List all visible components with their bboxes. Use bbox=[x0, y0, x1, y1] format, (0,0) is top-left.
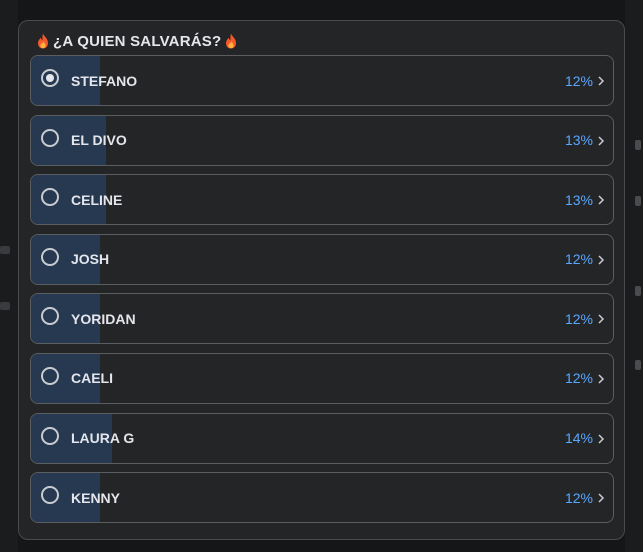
poll-option[interactable]: EL DIVO 13% bbox=[30, 114, 614, 166]
option-label: STEFANO bbox=[71, 72, 138, 89]
chevron-right-icon[interactable] bbox=[597, 135, 605, 147]
chevron-right-icon[interactable] bbox=[597, 313, 605, 325]
option-label: YORIDAN bbox=[71, 310, 136, 327]
option-percent: 12% bbox=[564, 251, 593, 268]
chevron-right-icon[interactable] bbox=[597, 373, 605, 385]
option-label: CAELI bbox=[71, 370, 113, 387]
poll-option[interactable]: JOSH 12% bbox=[30, 233, 614, 285]
option-label: LAURA G bbox=[71, 430, 135, 447]
option-percent: 14% bbox=[564, 430, 593, 447]
radio-button[interactable] bbox=[41, 69, 59, 87]
chevron-right-icon[interactable] bbox=[597, 194, 605, 206]
background-fragment bbox=[635, 196, 641, 206]
option-label: EL DIVO bbox=[71, 132, 127, 149]
option-percent: 12% bbox=[564, 310, 593, 327]
option-percent: 13% bbox=[564, 191, 593, 208]
radio-button[interactable] bbox=[41, 366, 59, 385]
background-right-edge bbox=[625, 0, 643, 552]
background-fragment bbox=[635, 360, 641, 370]
poll-option[interactable]: LAURA G 14% bbox=[30, 412, 614, 464]
option-label: CELINE bbox=[71, 191, 123, 208]
poll-option[interactable]: YORIDAN 12% bbox=[30, 293, 614, 345]
radio-button[interactable] bbox=[41, 247, 59, 266]
radio-button[interactable] bbox=[41, 128, 59, 147]
poll-title: ¿A QUIEN SALVARÁS? bbox=[37, 31, 237, 51]
background-fragment bbox=[635, 140, 641, 150]
poll-title-text: ¿A QUIEN SALVARÁS? bbox=[53, 32, 222, 50]
option-percent: 12% bbox=[564, 489, 593, 506]
option-label: KENNY bbox=[71, 489, 121, 506]
chevron-right-icon[interactable] bbox=[597, 254, 605, 266]
background-fragment bbox=[635, 286, 641, 296]
option-label: JOSH bbox=[71, 251, 110, 268]
option-percent: 12% bbox=[564, 72, 593, 89]
poll-option[interactable]: CELINE 13% bbox=[30, 174, 614, 226]
poll-option[interactable]: STEFANO 12% bbox=[30, 55, 614, 106]
chevron-right-icon[interactable] bbox=[597, 492, 605, 504]
chevron-right-icon[interactable] bbox=[597, 75, 605, 87]
poll-option[interactable]: KENNY 12% bbox=[30, 472, 614, 524]
flame-icon bbox=[38, 33, 48, 49]
flame-icon bbox=[226, 33, 237, 49]
radio-button[interactable] bbox=[41, 426, 59, 445]
option-percent: 13% bbox=[564, 132, 593, 149]
background-fragment bbox=[0, 302, 10, 310]
poll-card: ¿A QUIEN SALVARÁS? STEFANO 12% EL DIVO 1… bbox=[18, 20, 625, 540]
chevron-right-icon[interactable] bbox=[597, 433, 605, 445]
poll-option[interactable]: CAELI 12% bbox=[30, 352, 614, 404]
background-left-edge bbox=[0, 0, 18, 552]
option-percent: 12% bbox=[564, 370, 593, 387]
background-fragment bbox=[0, 246, 10, 254]
poll-options-list: STEFANO 12% EL DIVO 13% CELINE 13% JOSH … bbox=[30, 55, 614, 532]
